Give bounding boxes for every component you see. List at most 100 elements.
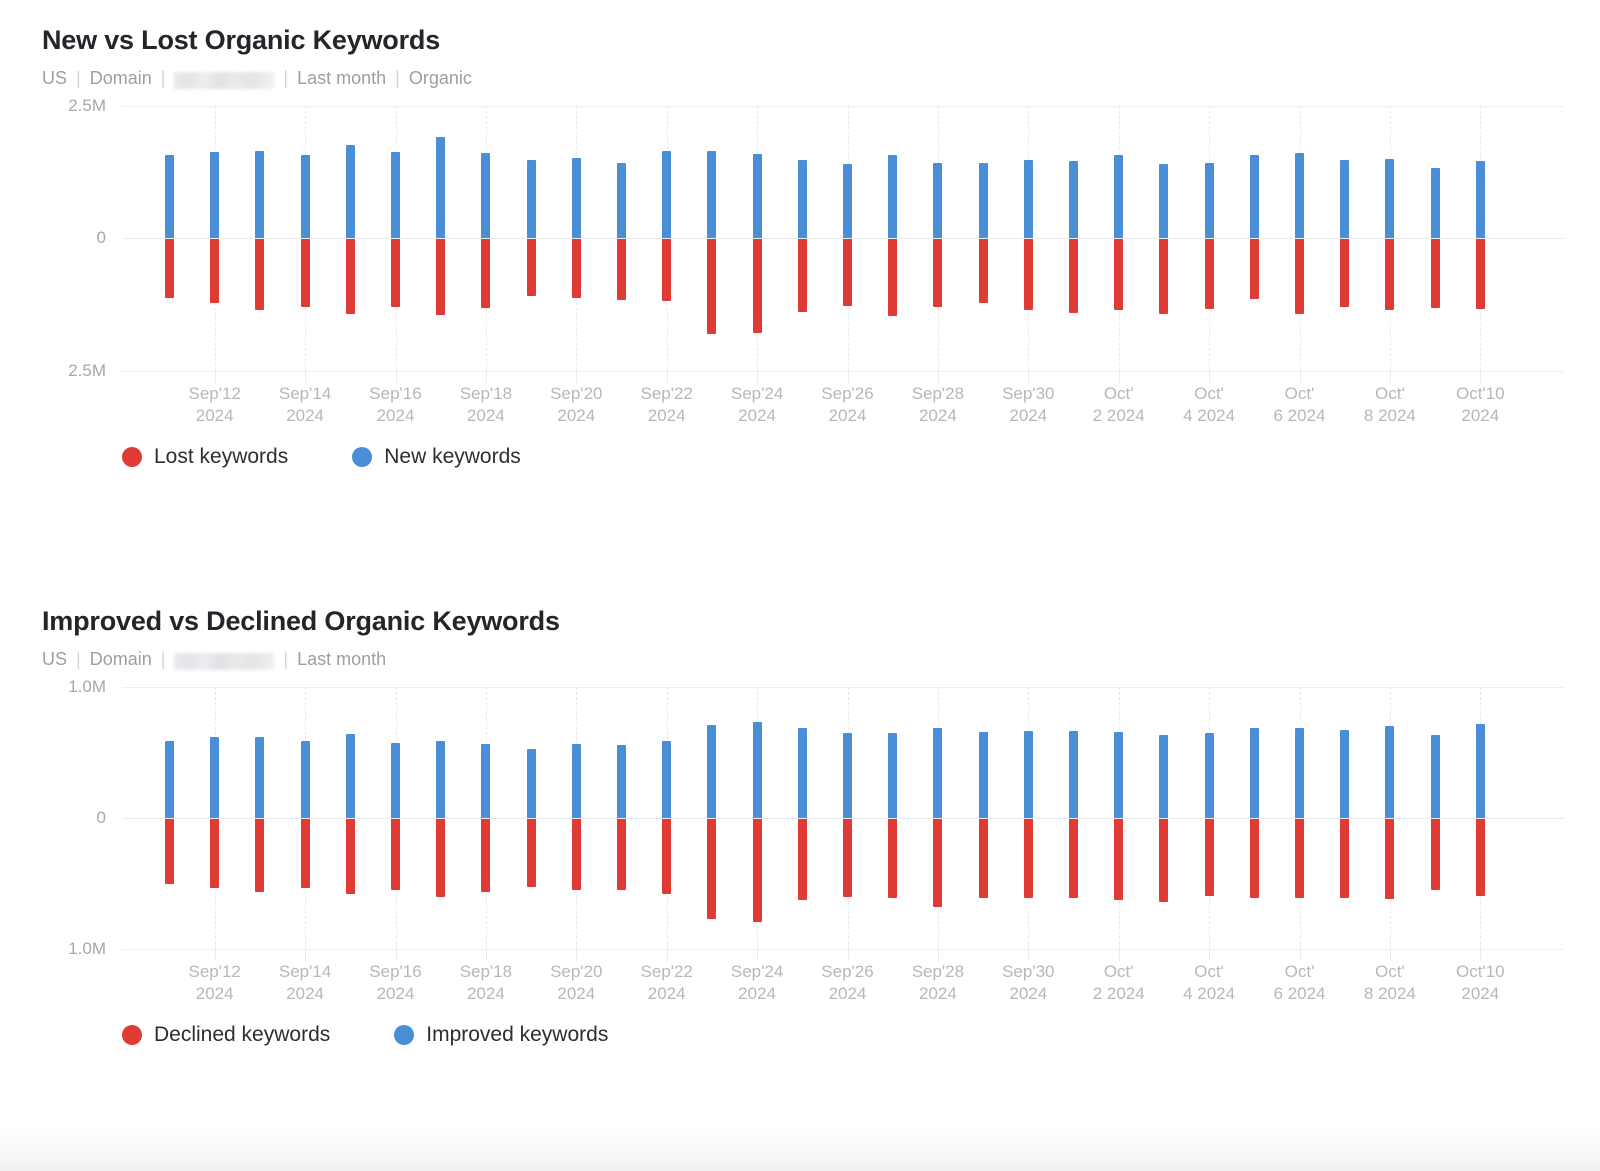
bar-negative[interactable] — [526, 818, 536, 888]
bar-negative[interactable] — [1069, 818, 1078, 898]
bar-negative[interactable] — [1204, 239, 1214, 310]
bar-pair[interactable] — [526, 106, 536, 371]
bar-pair[interactable] — [1295, 687, 1304, 949]
bar-positive[interactable] — [1249, 154, 1259, 239]
bar-negative[interactable] — [1340, 818, 1350, 898]
bar-pair[interactable] — [210, 687, 220, 949]
bar-pair[interactable] — [526, 687, 536, 949]
bar-pair[interactable] — [1430, 106, 1440, 371]
bar-positive[interactable] — [210, 736, 220, 818]
bar-negative[interactable] — [1249, 239, 1259, 300]
bar-positive[interactable] — [345, 734, 355, 818]
bar-negative[interactable] — [797, 818, 807, 900]
bar-negative[interactable] — [481, 818, 491, 892]
bar-positive[interactable] — [1114, 732, 1124, 818]
legend-item-lost[interactable]: Lost keywords — [122, 445, 288, 469]
bar-negative[interactable] — [888, 239, 898, 317]
bar-positive[interactable] — [1069, 730, 1078, 818]
bar-positive[interactable] — [526, 160, 536, 239]
bar-positive[interactable] — [1295, 153, 1304, 239]
bar-positive[interactable] — [571, 158, 581, 239]
bar-positive[interactable] — [526, 749, 536, 818]
bar-pair[interactable] — [978, 687, 988, 949]
bar-negative[interactable] — [210, 239, 220, 303]
bar-positive[interactable] — [797, 159, 807, 239]
bar-positive[interactable] — [300, 155, 310, 239]
bar-positive[interactable] — [752, 722, 762, 818]
bar-negative[interactable] — [255, 239, 265, 310]
bar-negative[interactable] — [933, 818, 943, 907]
bar-pair[interactable] — [1430, 687, 1440, 949]
bar-positive[interactable] — [933, 163, 943, 239]
legend-item-improved[interactable]: Improved keywords — [394, 1023, 608, 1047]
bar-pair[interactable] — [707, 106, 717, 371]
bar-positive[interactable] — [797, 727, 807, 818]
bar-negative[interactable] — [978, 239, 988, 303]
bar-pair[interactable] — [1159, 106, 1169, 371]
bar-positive[interactable] — [1430, 167, 1440, 239]
bar-negative[interactable] — [165, 239, 174, 299]
bar-positive[interactable] — [255, 737, 265, 818]
bar-pair[interactable] — [662, 106, 672, 371]
bar-positive[interactable] — [165, 740, 174, 818]
bar-positive[interactable] — [1204, 163, 1214, 239]
bar-pair[interactable] — [1340, 687, 1350, 949]
bar-negative[interactable] — [843, 818, 852, 897]
bar-negative[interactable] — [1069, 239, 1078, 313]
bar-negative[interactable] — [1430, 818, 1440, 891]
bar-negative[interactable] — [1430, 239, 1440, 309]
bar-negative[interactable] — [571, 818, 581, 891]
bar-pair[interactable] — [1069, 106, 1078, 371]
bar-positive[interactable] — [888, 154, 898, 239]
bar-pair[interactable] — [933, 687, 943, 949]
bar-positive[interactable] — [345, 145, 355, 239]
bar-negative[interactable] — [391, 818, 400, 891]
bar-pair[interactable] — [1023, 687, 1033, 949]
bar-pair[interactable] — [1023, 106, 1033, 371]
bar-negative[interactable] — [1385, 239, 1395, 310]
bar-negative[interactable] — [1249, 818, 1259, 899]
bar-pair[interactable] — [1249, 687, 1259, 949]
bar-negative[interactable] — [617, 818, 626, 891]
bar-negative[interactable] — [1340, 239, 1350, 307]
bar-pair[interactable] — [210, 106, 220, 371]
bar-pair[interactable] — [165, 106, 174, 371]
bar-pair[interactable] — [1475, 687, 1485, 949]
bar-negative[interactable] — [436, 818, 446, 897]
bar-positive[interactable] — [1430, 734, 1440, 818]
bar-pair[interactable] — [843, 687, 852, 949]
bar-pair[interactable] — [1069, 687, 1078, 949]
bar-negative[interactable] — [1204, 818, 1214, 896]
bar-negative[interactable] — [707, 239, 717, 335]
bar-negative[interactable] — [481, 239, 491, 308]
bar-negative[interactable] — [1475, 239, 1485, 310]
bar-positive[interactable] — [843, 163, 852, 239]
bar-negative[interactable] — [1114, 239, 1124, 310]
bar-negative[interactable] — [300, 818, 310, 888]
bar-pair[interactable] — [1385, 106, 1395, 371]
bar-positive[interactable] — [662, 150, 672, 239]
bar-pair[interactable] — [1475, 106, 1485, 371]
bar-positive[interactable] — [210, 152, 220, 239]
bar-positive[interactable] — [1340, 160, 1350, 239]
bar-pair[interactable] — [797, 106, 807, 371]
bar-pair[interactable] — [436, 687, 446, 949]
bar-pair[interactable] — [391, 106, 400, 371]
bar-pair[interactable] — [255, 687, 265, 949]
bar-negative[interactable] — [797, 239, 807, 312]
bar-pair[interactable] — [752, 687, 762, 949]
bar-pair[interactable] — [1114, 687, 1124, 949]
bar-negative[interactable] — [888, 818, 898, 898]
bar-negative[interactable] — [526, 239, 536, 297]
bar-negative[interactable] — [1159, 818, 1169, 902]
bar-negative[interactable] — [300, 239, 310, 307]
bar-positive[interactable] — [1249, 727, 1259, 818]
bar-pair[interactable] — [436, 106, 446, 371]
bar-positive[interactable] — [1204, 733, 1214, 818]
bar-negative[interactable] — [1023, 239, 1033, 310]
bar-negative[interactable] — [1159, 239, 1169, 315]
bar-positive[interactable] — [617, 163, 626, 239]
bar-pair[interactable] — [1159, 687, 1169, 949]
bar-pair[interactable] — [933, 106, 943, 371]
bar-pair[interactable] — [165, 687, 174, 949]
